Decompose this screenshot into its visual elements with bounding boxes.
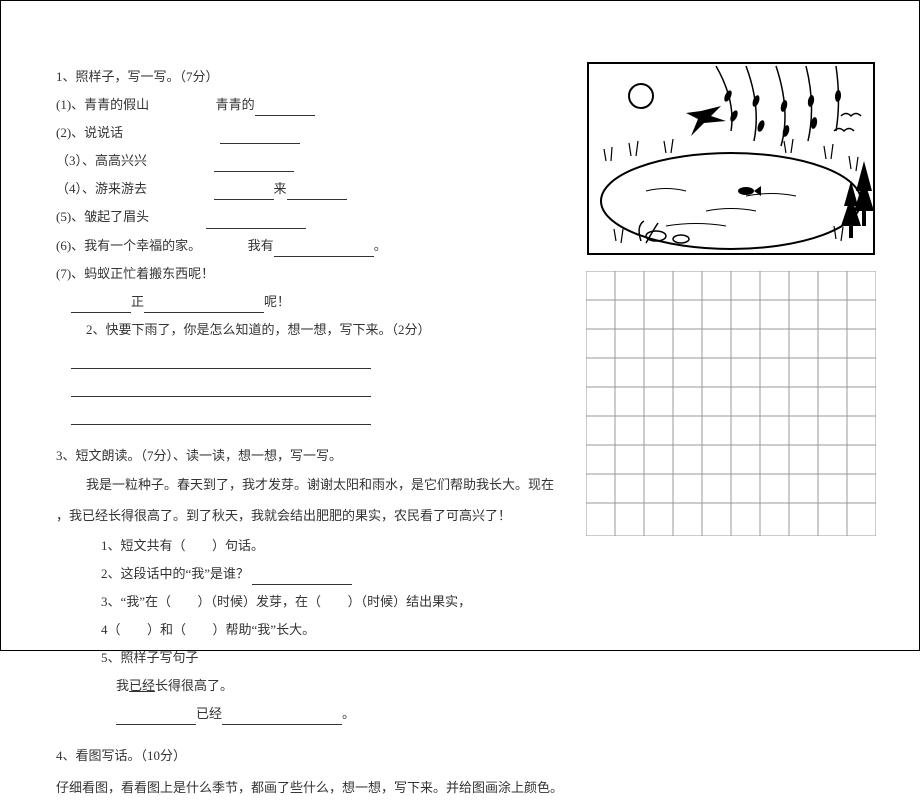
- q1-i4b: 来: [274, 181, 287, 196]
- blank[interactable]: [214, 158, 294, 172]
- q2-blank2: [56, 375, 576, 397]
- q1-i1a: (1)、青青的假山: [56, 97, 149, 112]
- blank[interactable]: [255, 102, 315, 116]
- blank[interactable]: [214, 186, 274, 200]
- q3-s5a-a: 我: [116, 678, 129, 693]
- q3-s5bt: 已经: [196, 706, 222, 721]
- q1-item2: (2)、说说话: [56, 122, 576, 144]
- q1-i4a: （4）、游来游去: [56, 181, 147, 196]
- blank[interactable]: [71, 299, 131, 313]
- q1-title: 1、照样子，写一写。（7分）: [56, 66, 576, 88]
- q3-title: 3、短文朗读。（7分）、读一读，想一想，写一写。: [56, 445, 576, 467]
- q3-s4: 4（ ）和（ ）帮助“我”长大。: [56, 619, 576, 641]
- blank[interactable]: [71, 355, 371, 369]
- q1-i5: (5)、皱起了眉头: [56, 209, 149, 224]
- q1-i6c: 。: [374, 238, 387, 253]
- q3-s1b: ）句话。: [212, 538, 264, 553]
- writing-grid[interactable]: [586, 271, 876, 536]
- q1-i2: (2)、说说话: [56, 125, 123, 140]
- blank[interactable]: [287, 186, 347, 200]
- blank[interactable]: [206, 215, 306, 229]
- q2-blank3: [56, 403, 576, 425]
- q4-title: 4、看图写话。（10分）: [56, 745, 576, 767]
- blank[interactable]: [144, 299, 264, 313]
- blank[interactable]: [220, 130, 300, 144]
- q3-s1a: 1、短文共有（: [101, 538, 186, 553]
- q3-s5a-c: 长得很高了。: [155, 678, 233, 693]
- blank[interactable]: [71, 383, 371, 397]
- q3-s4a: 4（: [101, 622, 121, 637]
- q3-s3b: ）（时候）发芽，在（: [198, 594, 322, 609]
- q1-item6: (6)、我有一个幸福的家。 我有 。: [56, 235, 576, 257]
- left-column: 1、照样子，写一写。（7分） (1)、青青的假山 青青的 (2)、说说话 （3）…: [56, 66, 576, 806]
- q3-s3: 3、“我”在（ ）（时候）发芽，在（ ）（时候）结出果实，: [56, 591, 576, 613]
- q3-p2: ，我已经长得很高了。到了秋天，我就会结出肥肥的果实，农民看了可高兴了！: [56, 504, 576, 529]
- q1-item5: (5)、皱起了眉头: [56, 206, 576, 228]
- q1-item4: （4）、游来游去 来: [56, 178, 576, 200]
- q3-s4b: ）和（: [147, 622, 186, 637]
- q1-i3: （3）、高高兴兴: [56, 153, 147, 168]
- q1-i6a: (6)、我有一个幸福的家。: [56, 238, 201, 253]
- q1-item1: (1)、青青的假山 青青的: [56, 94, 576, 116]
- blank[interactable]: [274, 243, 374, 257]
- q3-s3a: 3、“我”在（: [101, 594, 171, 609]
- scene-illustration: [586, 61, 876, 256]
- q1-i7b: 正: [131, 294, 144, 309]
- q4-text: 仔细看图，看看图上是什么季节，都画了些什么，想一想，写下来。并给图画涂上颜色。: [56, 777, 576, 799]
- q3-s5b: 已经 。: [56, 703, 576, 725]
- q3-s4c: ）帮助“我”长大。: [213, 622, 316, 637]
- q3-s2: 2、这段话中的“我”是谁？: [56, 563, 576, 585]
- q2-blank1: [56, 347, 576, 369]
- q2-text: 2、快要下雨了，你是怎么知道的，想一想，写下来。（2分）: [56, 319, 576, 341]
- q3-s5a-u: 已经: [129, 678, 155, 693]
- q1-i7c: 呢！: [264, 294, 290, 309]
- blank[interactable]: [222, 711, 342, 725]
- q3-s5a: 我已经长得很高了。: [56, 675, 576, 697]
- q3-s1: 1、短文共有（ ）句话。: [56, 535, 576, 557]
- q1-item3: （3）、高高兴兴: [56, 150, 576, 172]
- q3-s3c: ）（时候）结出果实，: [348, 594, 472, 609]
- q1-item7b: 正 呢！: [56, 291, 576, 313]
- blank[interactable]: [252, 571, 352, 585]
- q3-s5: 5、照样子写句子: [56, 647, 576, 669]
- blank[interactable]: [116, 711, 196, 725]
- q1-item7: (7)、蚂蚁正忙着搬东西呢！: [56, 263, 576, 285]
- q1-i6b: 我有: [248, 238, 274, 253]
- q3-s5c: 。: [342, 706, 355, 721]
- q3-s2t: 2、这段话中的“我”是谁？: [101, 566, 249, 581]
- blank[interactable]: [71, 411, 371, 425]
- q3-p1: 我是一粒种子。春天到了，我才发芽。谢谢太阳和雨水，是它们帮助我长大。现在: [56, 473, 576, 498]
- q1-i1b: 青青的: [216, 97, 255, 112]
